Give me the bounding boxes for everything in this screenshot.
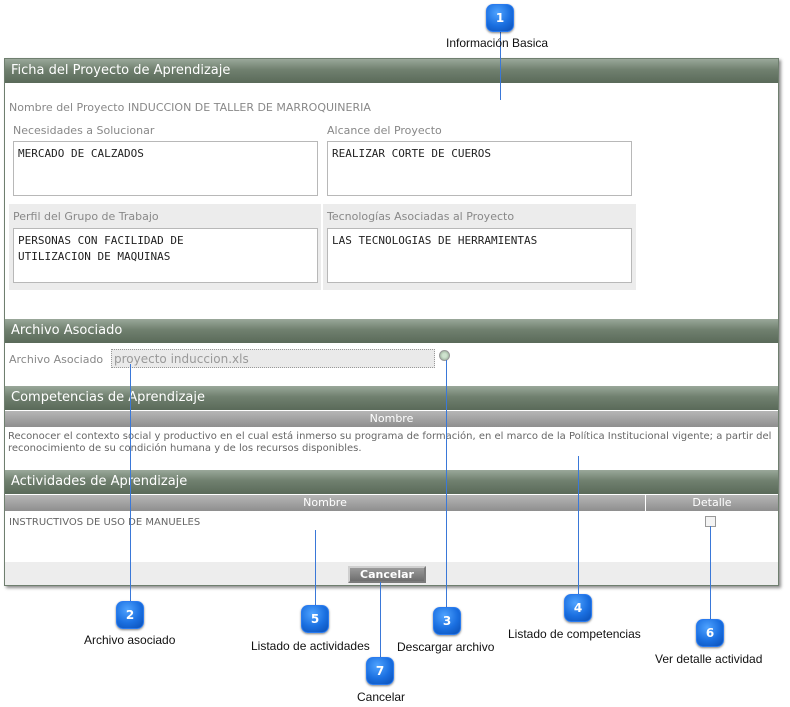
callout-line-3 bbox=[446, 360, 447, 608]
necesidades-field[interactable]: MERCADO DE CALZADOS bbox=[13, 141, 318, 196]
callout-badge-4: 4 bbox=[564, 594, 592, 622]
callout-caption-3: Descargar archivo bbox=[397, 640, 495, 654]
callout-line-2 bbox=[130, 364, 131, 602]
tecnologias-label: Tecnologías Asociadas al Proyecto bbox=[327, 210, 515, 223]
perfil-field[interactable]: PERSONAS CON FACILIDAD DE UTILIZACION DE… bbox=[13, 228, 318, 283]
callout-badge-1: 1 bbox=[486, 4, 514, 32]
callout-line-6 bbox=[710, 526, 711, 620]
callout-caption-6: Ver detalle actividad bbox=[655, 652, 763, 666]
archivo-label: Archivo Asociado bbox=[9, 353, 104, 366]
panel-title: Ficha del Proyecto de Aprendizaje bbox=[5, 59, 778, 83]
actividades-col-detalle: Detalle bbox=[646, 495, 778, 511]
cancel-button[interactable]: Cancelar bbox=[348, 566, 426, 583]
callout-badge-7: 7 bbox=[366, 657, 394, 685]
callout-line-5 bbox=[315, 530, 316, 606]
callout-badge-5: 5 bbox=[301, 605, 329, 633]
competencias-col-nombre: Nombre bbox=[5, 411, 778, 427]
competencias-section-header: Competencias de Aprendizaje bbox=[5, 386, 778, 410]
actividad-row: INSTRUCTIVOS DE USO DE MANUELES bbox=[9, 517, 201, 528]
archivo-section-header: Archivo Asociado bbox=[5, 319, 778, 343]
competencia-text: Reconocer el contexto social y productiv… bbox=[8, 431, 772, 454]
callout-badge-6: 6 bbox=[696, 619, 724, 647]
actividades-col-nombre: Nombre bbox=[5, 495, 645, 511]
callout-caption-5: Listado de actividades bbox=[251, 639, 370, 653]
callout-badge-3: 3 bbox=[433, 607, 461, 635]
necesidades-label: Necesidades a Solucionar bbox=[13, 124, 155, 137]
callout-line-4 bbox=[578, 456, 579, 596]
project-name: Nombre del Proyecto INDUCCION DE TALLER … bbox=[9, 101, 371, 114]
actividades-section-header: Actividades de Aprendizaje bbox=[5, 470, 778, 494]
callout-badge-2: 2 bbox=[116, 601, 144, 629]
download-icon[interactable] bbox=[439, 350, 450, 361]
tecnologias-field[interactable]: LAS TECNOLOGIAS DE HERRAMIENTAS bbox=[327, 228, 632, 283]
callout-caption-7: Cancelar bbox=[357, 690, 406, 704]
callout-caption-2: Archivo asociado bbox=[84, 633, 176, 647]
callout-line-7 bbox=[380, 582, 381, 658]
callout-caption-1: Información Basica bbox=[446, 36, 549, 50]
alcance-label: Alcance del Proyecto bbox=[327, 124, 442, 137]
perfil-label: Perfil del Grupo de Trabajo bbox=[13, 210, 159, 223]
project-panel: Ficha del Proyecto de Aprendizaje Nombre… bbox=[4, 58, 779, 586]
callout-caption-4: Listado de competencias bbox=[508, 627, 641, 641]
alcance-field[interactable]: REALIZAR CORTE DE CUEROS bbox=[327, 141, 632, 196]
archivo-field[interactable]: proyecto induccion.xls bbox=[111, 349, 435, 368]
